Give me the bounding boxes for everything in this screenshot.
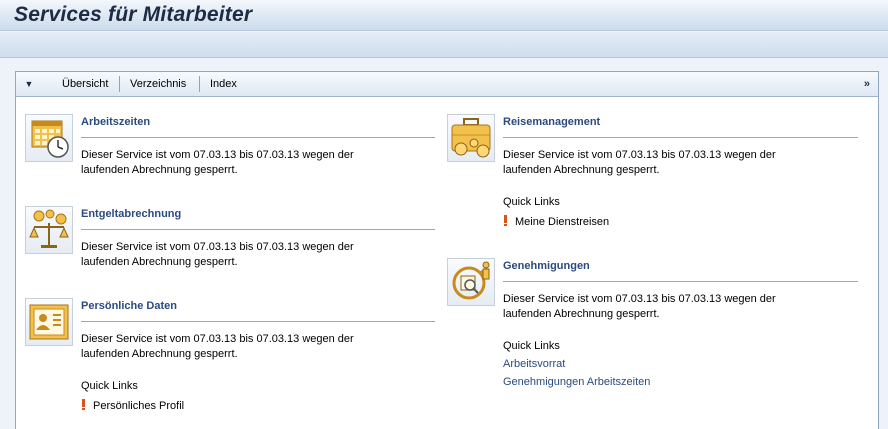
service-title-reisemanagement[interactable]: Reisemanagement — [503, 116, 600, 128]
locked-exclamation-icon — [503, 215, 507, 226]
service-entgeltabrechnung: Entgeltabrechnung Dieser Service ist vom… — [25, 206, 435, 276]
quick-link-meine-dienstreisen: Meine Dienstreisen — [503, 215, 609, 228]
scales-coins-icon — [25, 206, 73, 254]
page-header: Services für Mitarbeiter — [0, 0, 888, 31]
calendar-clock-icon — [25, 114, 73, 162]
divider — [503, 137, 858, 138]
quick-link-arbeitsvorrat[interactable]: Arbeitsvorrat — [503, 358, 565, 370]
service-lock-message: Dieser Service ist vom 07.03.13 bis 07.0… — [503, 149, 776, 176]
service-lock-message: Dieser Service ist vom 07.03.13 bis 07.0… — [81, 333, 354, 360]
service-reisemanagement: Reisemanagement Dieser Service ist vom 0… — [447, 114, 867, 234]
quick-link-label: Meine Dienstreisen — [515, 216, 610, 228]
quick-links-label: Quick Links — [81, 380, 138, 392]
panel-toolbar: ▼ Übersicht Verzeichnis Index » — [16, 72, 878, 97]
service-genehmigungen: Genehmigungen Dieser Service ist vom 07.… — [447, 258, 867, 388]
service-title-arbeitszeiten[interactable]: Arbeitszeiten — [81, 116, 150, 128]
approval-cycle-icon — [447, 258, 495, 306]
more-tabs-icon[interactable]: » — [864, 72, 870, 96]
tab-uebersicht[interactable]: Übersicht — [55, 72, 115, 96]
toolbar-divider — [119, 76, 120, 92]
service-title-entgeltabrechnung[interactable]: Entgeltabrechnung — [81, 208, 181, 220]
services-panel: ▼ Übersicht Verzeichnis Index » Arbeitsz — [15, 71, 879, 429]
service-title-genehmigungen[interactable]: Genehmigungen — [503, 260, 590, 272]
tab-verzeichnis[interactable]: Verzeichnis — [123, 72, 193, 96]
quick-link-label: Persönliches Profil — [93, 400, 185, 412]
quick-links-label: Quick Links — [503, 340, 560, 352]
suitcase-coins-icon — [447, 114, 495, 162]
tab-index[interactable]: Index — [203, 72, 244, 96]
service-persoenliche-daten: Persönliche Daten Dieser Service ist vom… — [25, 298, 435, 418]
divider — [81, 137, 435, 138]
quick-link-persoenliches-profil: Persönliches Profil — [81, 399, 184, 412]
divider — [503, 281, 858, 282]
quick-link-genehmigungen-arbeitszeiten[interactable]: Genehmigungen Arbeitszeiten — [503, 376, 650, 388]
service-title-persoenliche-daten[interactable]: Persönliche Daten — [81, 300, 177, 312]
service-lock-message: Dieser Service ist vom 07.03.13 bis 07.0… — [81, 149, 354, 176]
toolbar-divider — [199, 76, 200, 92]
service-lock-message: Dieser Service ist vom 07.03.13 bis 07.0… — [503, 293, 776, 320]
service-lock-message: Dieser Service ist vom 07.03.13 bis 07.0… — [81, 241, 354, 268]
quick-links-label: Quick Links — [503, 196, 560, 208]
id-card-icon — [25, 298, 73, 346]
divider — [81, 321, 435, 322]
collapse-arrow-icon[interactable]: ▼ — [22, 78, 36, 90]
service-arbeitszeiten: Arbeitszeiten Dieser Service ist vom 07.… — [25, 114, 435, 184]
divider — [81, 229, 435, 230]
page-subheader-bar — [0, 32, 888, 58]
page-title: Services für Mitarbeiter — [14, 3, 253, 26]
locked-exclamation-icon — [81, 399, 85, 410]
